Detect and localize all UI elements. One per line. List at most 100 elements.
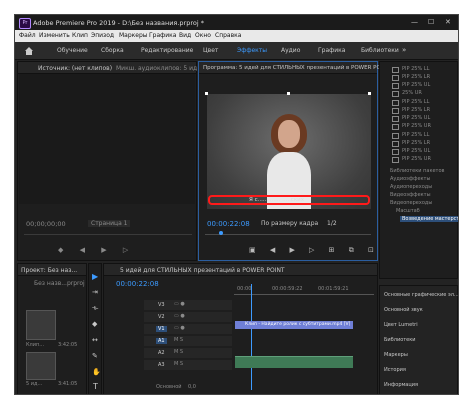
menu-markers[interactable]: Маркеры bbox=[119, 32, 148, 39]
track-toggle-icons[interactable]: ▭ ● bbox=[174, 313, 185, 319]
timeline-ruler[interactable] bbox=[234, 294, 374, 295]
preset-icon bbox=[392, 116, 399, 122]
transform-handle-tc[interactable] bbox=[287, 92, 290, 95]
master-track-value: 0,0 bbox=[188, 384, 196, 390]
workspace-tab-audio[interactable]: Аудио bbox=[281, 47, 300, 54]
effects-folder-item[interactable]: Видеоэффекты bbox=[390, 192, 431, 198]
dock-panel-item[interactable]: Информация bbox=[384, 382, 418, 388]
program-title[interactable]: Программа: 5 идей для СТИЛЬНЫХ презентац… bbox=[203, 65, 390, 71]
menu-help[interactable]: Справка bbox=[215, 32, 241, 39]
hand-tool-icon[interactable]: ✋ bbox=[92, 368, 101, 376]
track-label[interactable]: A2 bbox=[156, 350, 167, 356]
track-toggle-icons[interactable]: M S bbox=[174, 349, 183, 355]
track-label[interactable]: V3 bbox=[156, 302, 167, 308]
program-transport-icons[interactable]: ▣ ◀ ▶ ▷ ⊞ ⧉ ⊡ bbox=[249, 246, 380, 255]
project-panel-header: Проект: Без наз... bbox=[18, 264, 86, 276]
track-label[interactable]: A1 bbox=[156, 338, 167, 344]
menu-edit[interactable]: Изменить bbox=[39, 32, 70, 39]
audio-mixer-tab[interactable]: Микш. аудиоклипов: 5 ид bbox=[116, 65, 197, 72]
effect-preset-item[interactable]: PIP 25% UL bbox=[402, 82, 430, 88]
razor-tool-icon[interactable]: ◆ bbox=[92, 320, 97, 328]
audio-clip[interactable] bbox=[235, 356, 353, 368]
slip-tool-icon[interactable]: ↔ bbox=[92, 336, 98, 344]
minimize-button[interactable]: — bbox=[411, 18, 418, 26]
program-timecode: 00:00:22:08 bbox=[207, 220, 250, 228]
source-scrub-bar[interactable] bbox=[24, 234, 192, 235]
effects-folder-item[interactable]: Аудиопереходы bbox=[390, 184, 432, 190]
close-button[interactable]: ✕ bbox=[445, 18, 451, 26]
effects-selected-item[interactable]: Возведение мастерства bbox=[400, 216, 458, 222]
dock-panel-item[interactable]: Маркеры bbox=[384, 352, 408, 358]
workspace-bar: Обучение Сборка Редактирование Цвет Эффе… bbox=[15, 42, 458, 60]
workspace-tab-editing[interactable]: Редактирование bbox=[141, 47, 193, 54]
menu-window[interactable]: Окно bbox=[195, 32, 211, 39]
dock-panel-item[interactable]: Основные графические эл... bbox=[384, 292, 458, 298]
maximize-button[interactable]: ☐ bbox=[428, 18, 434, 26]
clip-thumbnail-1[interactable] bbox=[26, 310, 56, 340]
window-title: Adobe Premiere Pro 2019 - D:\Без названи… bbox=[33, 19, 204, 27]
program-monitor-panel: Программа: 5 идей для СТИЛЬНЫХ презентац… bbox=[198, 61, 390, 261]
track-toggle-icons[interactable]: ▭ ● bbox=[174, 325, 185, 331]
program-quality-select[interactable]: 1/2 bbox=[327, 220, 337, 227]
playhead-line[interactable] bbox=[251, 284, 252, 390]
effect-preset-item[interactable]: PIP 25% LL bbox=[402, 99, 429, 105]
app-logo: Pr bbox=[19, 18, 31, 29]
program-playhead[interactable] bbox=[219, 231, 223, 235]
pen-tool-icon[interactable]: ✎ bbox=[92, 352, 98, 360]
transform-handle-tr[interactable] bbox=[368, 92, 371, 95]
track-select-tool-icon[interactable]: ⇥ bbox=[92, 288, 98, 296]
workspace-more-button[interactable]: » bbox=[402, 46, 406, 54]
clip-duration-2: 3:41:05 bbox=[58, 381, 78, 387]
video-clip[interactable]: Клип - Найдите ролик с субтитрами.mp4 [V… bbox=[235, 321, 353, 329]
effect-preset-item[interactable]: PIP 25% LR bbox=[402, 74, 430, 80]
preset-icon bbox=[392, 141, 399, 147]
workspace-tab-libraries[interactable]: Библиотеки bbox=[361, 47, 399, 54]
effect-preset-item[interactable]: PIP 25% UL bbox=[402, 115, 430, 121]
effects-folder-item[interactable]: Видеопереходы bbox=[390, 200, 432, 206]
effect-preset-item[interactable]: PIP 25% LL bbox=[402, 66, 429, 72]
effect-preset-item[interactable]: PIP 25% LL bbox=[402, 132, 429, 138]
clip-thumbnail-2[interactable] bbox=[26, 352, 56, 380]
menu-sequence[interactable]: Эпизод bbox=[91, 32, 114, 39]
dock-panel-item[interactable]: Цвет Lumetri bbox=[384, 322, 418, 328]
effect-preset-item[interactable]: PIP 25% UL bbox=[402, 148, 430, 154]
selection-tool-icon[interactable]: ▶ bbox=[92, 272, 98, 281]
effect-preset-item[interactable]: PIP 25% LR bbox=[402, 107, 430, 113]
program-zoom-select[interactable]: По размеру кадра bbox=[261, 220, 318, 227]
dock-panel-item[interactable]: История bbox=[384, 367, 406, 373]
source-transport-icons[interactable]: ◆ ◀ ▶ ▷ bbox=[58, 246, 135, 254]
effect-preset-item[interactable]: 25% UR bbox=[402, 90, 422, 96]
ripple-edit-tool-icon[interactable]: ⟛ bbox=[92, 304, 98, 313]
track-label[interactable]: A3 bbox=[156, 362, 167, 368]
project-tab[interactable]: Проект: Без наз... bbox=[21, 267, 77, 274]
dock-panel-item[interactable]: Основной звук bbox=[384, 307, 423, 313]
track-toggle-icons[interactable]: ▭ ● bbox=[174, 301, 185, 307]
effects-folder-item[interactable]: Библиотеки пакетов bbox=[390, 168, 444, 174]
effect-preset-item[interactable]: PIP 25% UR bbox=[402, 156, 431, 162]
track-toggle-icons[interactable]: M S bbox=[174, 361, 183, 367]
type-tool-icon[interactable]: T bbox=[93, 382, 98, 391]
effect-preset-item[interactable]: PIP 25% UR bbox=[402, 123, 431, 129]
program-scrub-bar[interactable] bbox=[205, 234, 371, 235]
timeline-tab[interactable]: 5 идей для СТИЛЬНЫХ презентаций в POWER … bbox=[120, 267, 285, 274]
menu-graphics[interactable]: Графика bbox=[149, 32, 176, 39]
source-timecode: 00;00;00;00 bbox=[26, 220, 66, 228]
effects-subfolder[interactable]: Масштаб bbox=[396, 208, 420, 214]
source-page-select[interactable]: Страница 1 bbox=[88, 220, 131, 227]
track-label[interactable]: V1 bbox=[156, 326, 167, 332]
menu-file[interactable]: Файл bbox=[19, 32, 36, 39]
dock-panel-item[interactable]: Библиотеки bbox=[384, 337, 416, 343]
transform-handle-tl[interactable] bbox=[205, 92, 208, 95]
effects-folder-item[interactable]: Аудиоэффекты bbox=[390, 176, 430, 182]
track-toggle-icons[interactable]: M S bbox=[174, 337, 183, 343]
workspace-tab-effects[interactable]: Эффекты bbox=[237, 47, 267, 54]
workspace-tab-color[interactable]: Цвет bbox=[203, 47, 218, 54]
track-label[interactable]: V2 bbox=[156, 314, 167, 320]
workspace-tab-assembly[interactable]: Сборка bbox=[101, 47, 124, 54]
workspace-tab-graphics[interactable]: Графика bbox=[318, 47, 345, 54]
workspace-tab-learning[interactable]: Обучение bbox=[57, 47, 88, 54]
source-tab[interactable]: Источник: (нет клипов) bbox=[38, 65, 112, 72]
menu-clip[interactable]: Клип bbox=[72, 32, 88, 39]
menu-view[interactable]: Вид bbox=[179, 32, 191, 39]
effect-preset-item[interactable]: PIP 25% LR bbox=[402, 140, 430, 146]
